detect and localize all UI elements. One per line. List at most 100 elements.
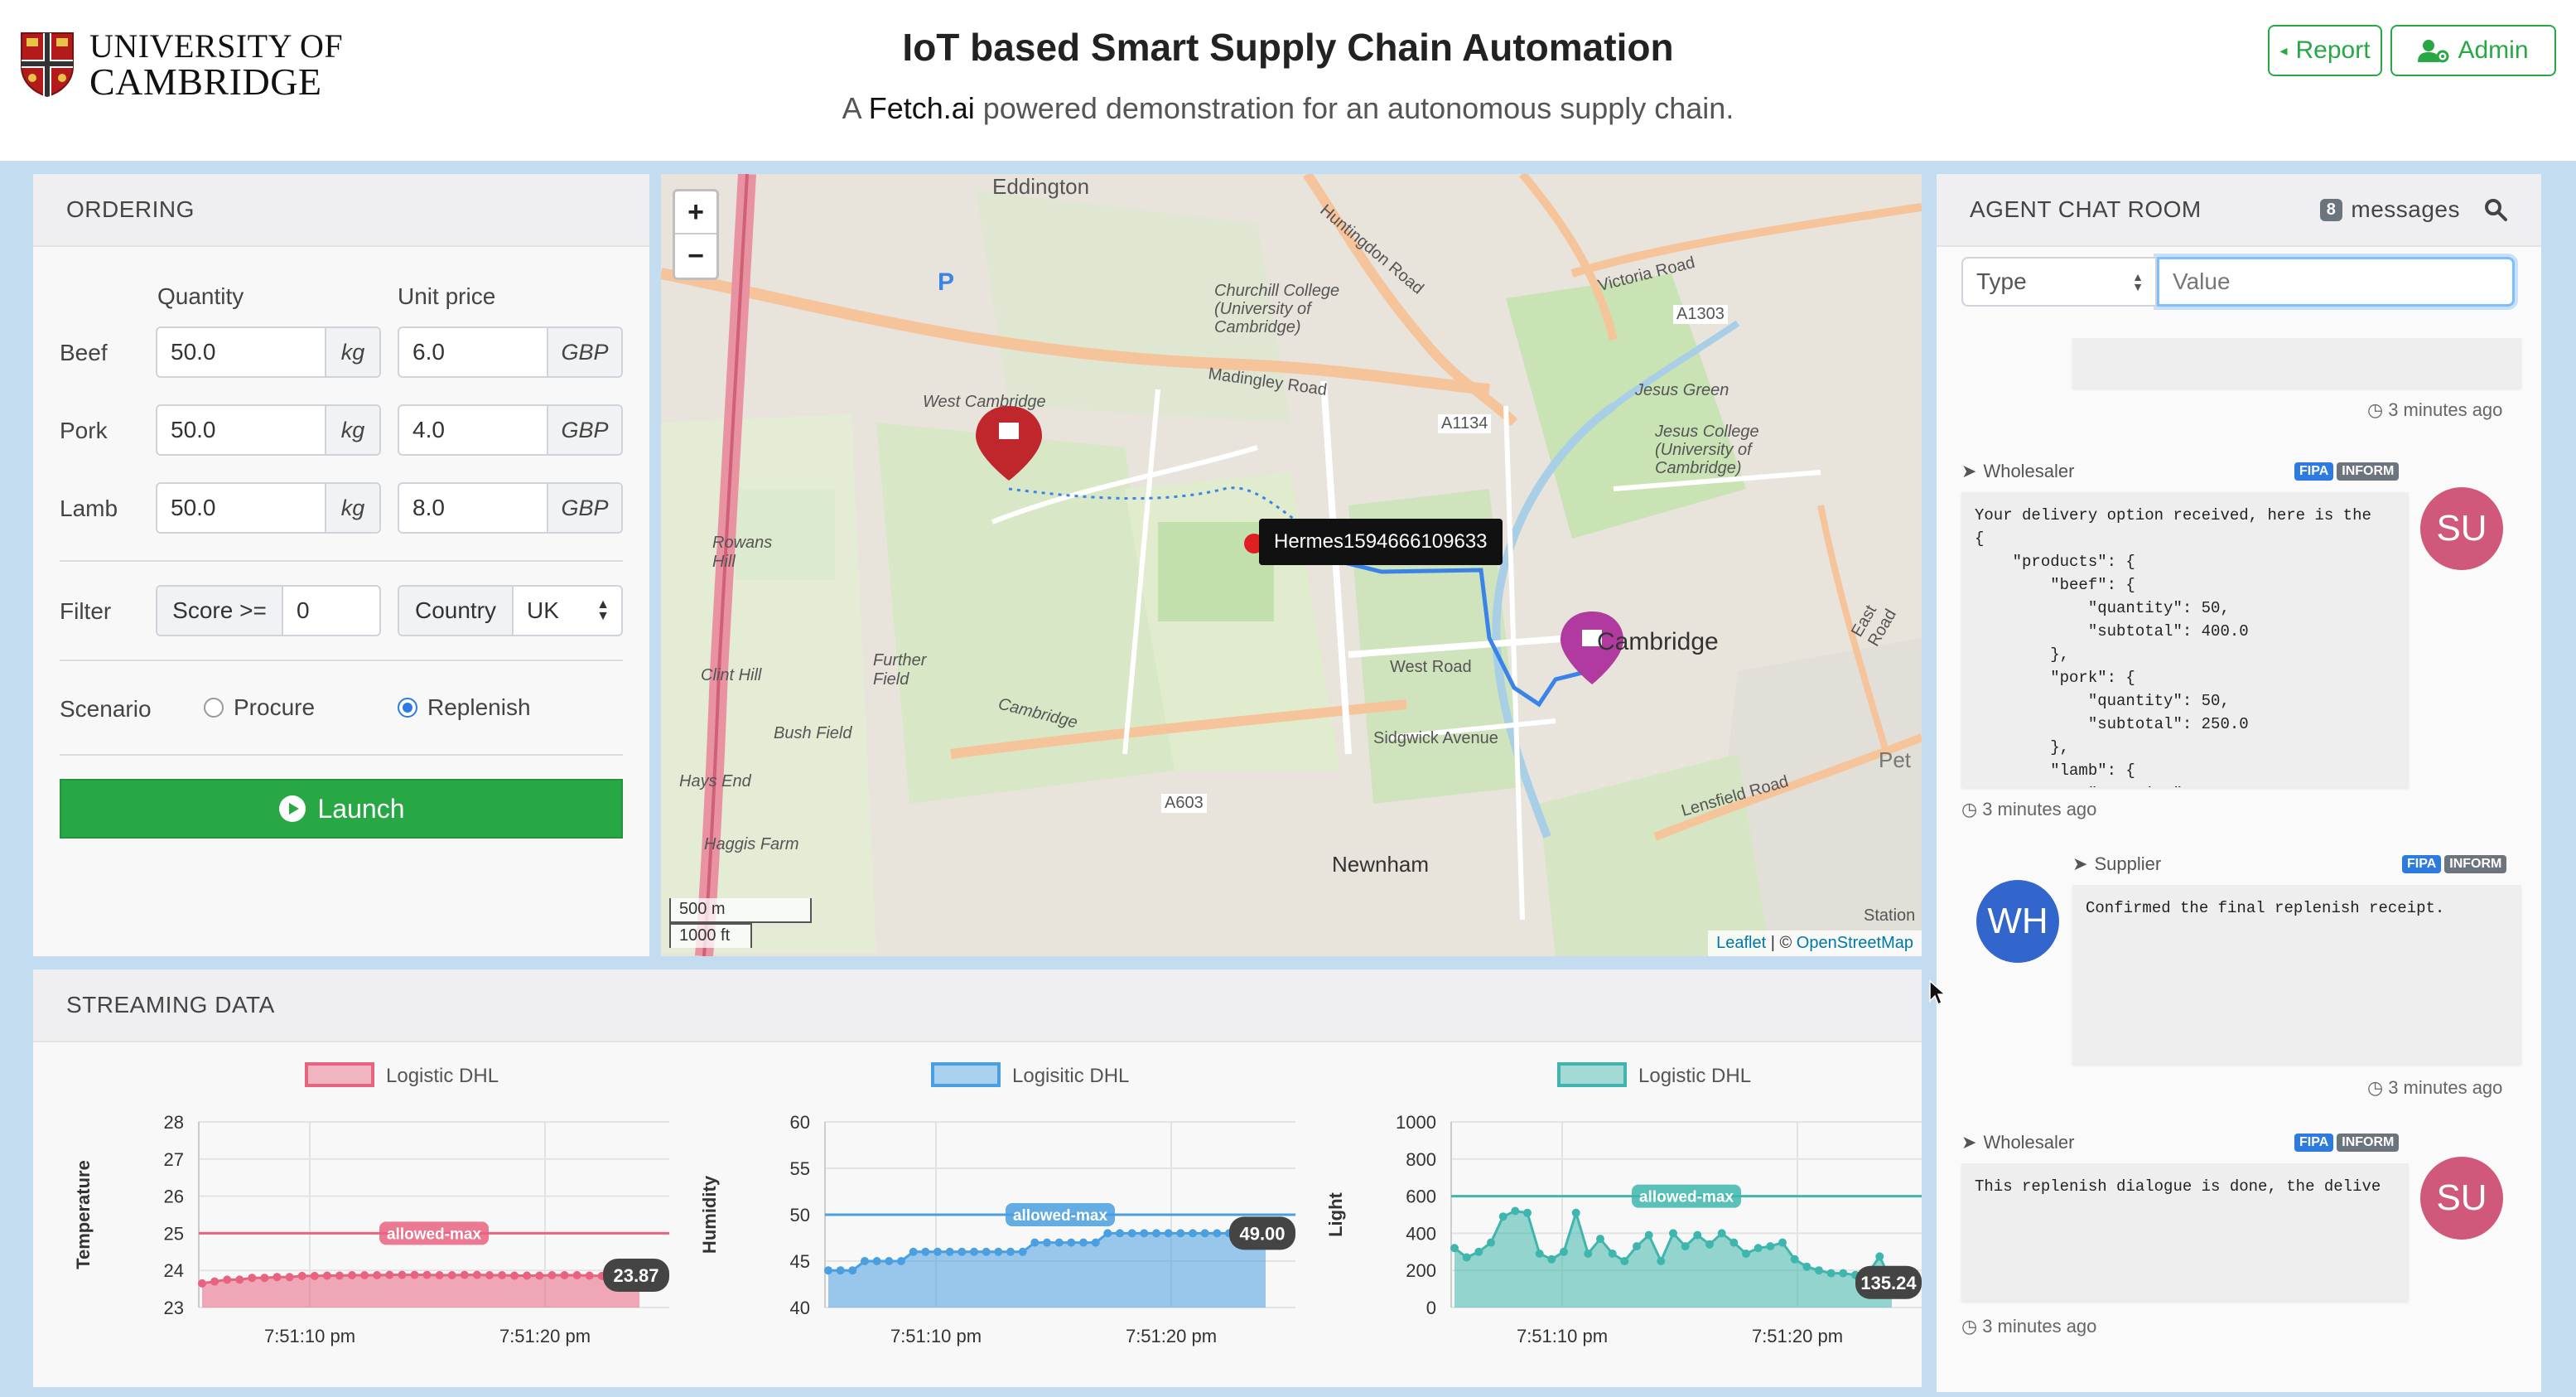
ordering-title: ORDERING [33, 174, 649, 247]
pork-price-input[interactable]: 4.0 GBP [398, 404, 623, 456]
humidity-data-point [1164, 1229, 1173, 1238]
launch-button[interactable]: Launch [60, 779, 623, 839]
unit-price-column-header: Unit price [398, 283, 496, 309]
light-last-value-label: 135.24 [1860, 1273, 1917, 1293]
message-timestamp: ◷ 3 minutes ago [1961, 1316, 2096, 1337]
light-data-point [1644, 1230, 1653, 1240]
score-filter-input[interactable]: Score >= 0 [156, 585, 381, 636]
temperature-data-point [548, 1271, 557, 1279]
search-icon[interactable] [2483, 197, 2508, 222]
pork-price-currency: GBP [547, 406, 621, 454]
light-data-point [1790, 1254, 1799, 1264]
temperature-y-tick-label: 25 [164, 1223, 184, 1244]
light-data-point [1608, 1250, 1617, 1258]
type-select[interactable]: Type ▲ ▼ [1961, 257, 2157, 307]
header: UNIVERSITY OF CAMBRIDGE IoT based Smart … [0, 0, 2576, 161]
beef-quantity-value[interactable]: 50.0 [157, 328, 325, 376]
chat-message-body [2072, 338, 2521, 388]
lamb-price-input[interactable]: 8.0 GBP [398, 482, 623, 534]
map-label-bush-field: Bush Field [774, 724, 852, 742]
subtitle-prefix: A [842, 91, 869, 125]
vehicle-tooltip: Hermes1594666109633 [1259, 519, 1503, 565]
humidity-data-point [970, 1247, 978, 1256]
light-data-point [1535, 1250, 1544, 1258]
report-button[interactable]: ◂ Report [2268, 25, 2382, 76]
zoom-in-button[interactable]: + [675, 191, 716, 234]
leaflet-link[interactable]: Leaflet [1716, 934, 1766, 952]
select-arrows-icon: ▲ ▼ [596, 597, 610, 623]
fipa-badge: FIPA [2294, 1134, 2334, 1152]
message-header: ➤ Supplier [2072, 853, 2161, 875]
humidity-data-point [958, 1247, 967, 1256]
beef-price-value[interactable]: 6.0 [399, 328, 547, 376]
message-header: ➤ Wholesaler [1961, 1132, 2074, 1153]
score-value[interactable]: 0 [283, 587, 379, 635]
zoom-out-button[interactable]: − [675, 234, 716, 278]
map-attribution: Leaflet | © OpenStreetMap [1708, 931, 1922, 956]
openstreetmap-link[interactable]: OpenStreetMap [1797, 934, 1913, 952]
map-label-rowans-hill: Rowans Hill [712, 534, 773, 571]
humidity-data-point [872, 1257, 881, 1265]
light-data-point [1766, 1242, 1775, 1251]
pork-quantity-value[interactable]: 50.0 [157, 406, 325, 454]
map-label-cambridge: Cambridge [1597, 628, 1719, 655]
humidity-data-point [1189, 1229, 1197, 1238]
humidity-threshold-label: allowed-max [1013, 1207, 1107, 1225]
map-label-west-cambridge: West Cambridge [923, 393, 1046, 411]
humidity-data-point [848, 1266, 857, 1275]
humidity-data-point [836, 1266, 845, 1275]
value-input[interactable]: Value [2157, 257, 2515, 307]
humidity-y-tick-label: 55 [790, 1158, 810, 1179]
humidity-y-tick-label: 60 [790, 1112, 810, 1133]
light-data-point [1693, 1230, 1702, 1240]
divider [60, 660, 623, 661]
map-label-newnham: Newnham [1332, 852, 1430, 877]
country-select[interactable]: UK ▲ ▼ [514, 587, 621, 635]
humidity-chart: Logisitic DHL Humidity 40 45 50 55 60 7:51:10 p… [699, 1062, 1295, 1346]
lamb-price-value[interactable]: 8.0 [399, 484, 547, 532]
light-data-point [1839, 1269, 1848, 1278]
humidity-data-point [861, 1257, 869, 1265]
humidity-y-tick-label: 40 [790, 1298, 810, 1318]
temperature-legend-label: Logistic DHL [386, 1065, 499, 1087]
country-filter-select[interactable]: Country UK ▲ ▼ [398, 585, 623, 636]
divider [60, 754, 623, 756]
temperature-data-point [260, 1274, 269, 1283]
scenario-replenish-radio[interactable]: Replenish [398, 694, 531, 721]
humidity-data-point [933, 1247, 942, 1256]
country-value: UK [527, 597, 559, 623]
avatar: WH [1976, 880, 2059, 963]
temperature-data-point [297, 1271, 306, 1280]
lamb-price-currency: GBP [547, 484, 621, 532]
light-data-point [1620, 1257, 1629, 1265]
clock-icon: ◷ [1961, 799, 1978, 819]
row-label-pork: Pork [60, 418, 108, 443]
light-chart: Logistic DHL Light 0 200 400 600 800 1000 7:51:1… [1325, 1062, 1922, 1346]
lamb-quantity-value[interactable]: 50.0 [157, 484, 325, 532]
humidity-x-tick-label: 7:51:20 pm [1126, 1326, 1217, 1346]
beef-price-input[interactable]: 6.0 GBP [398, 326, 623, 378]
light-y-tick-label: 400 [1406, 1223, 1436, 1244]
humidity-data-point [909, 1247, 918, 1256]
light-data-point [1511, 1206, 1520, 1216]
temperature-data-point [410, 1270, 419, 1279]
temperature-x-tick-label: 7:51:20 pm [499, 1326, 591, 1346]
beef-quantity-input[interactable]: 50.0 kg [156, 326, 381, 378]
admin-button-label: Admin [2458, 36, 2529, 64]
pork-quantity-input[interactable]: 50.0 kg [156, 404, 381, 456]
light-data-point [1450, 1244, 1459, 1253]
map-label-jesus-college: Jesus College (University of Cambridge) [1655, 423, 1759, 477]
lamb-quantity-input[interactable]: 50.0 kg [156, 482, 381, 534]
humidity-data-point [1152, 1229, 1160, 1238]
admin-button[interactable]: Admin [2390, 25, 2556, 76]
subtitle-brand: Fetch.ai [868, 91, 975, 125]
chat-message-body: Confirmed the final replenish receipt. [2072, 885, 2521, 1064]
humidity-x-tick-label: 7:51:10 pm [890, 1326, 982, 1346]
light-data-point [1584, 1250, 1593, 1258]
page-subtitle: A Fetch.ai powered demonstration for an … [0, 91, 2576, 126]
pork-price-value[interactable]: 4.0 [399, 406, 547, 454]
humidity-data-point [1091, 1238, 1100, 1247]
delivery-map[interactable]: P Cambridge Newnham West Road Sidgwick A… [661, 174, 1922, 956]
scenario-procure-radio[interactable]: Procure [204, 694, 315, 721]
attribution-separator: | © [1766, 934, 1797, 952]
